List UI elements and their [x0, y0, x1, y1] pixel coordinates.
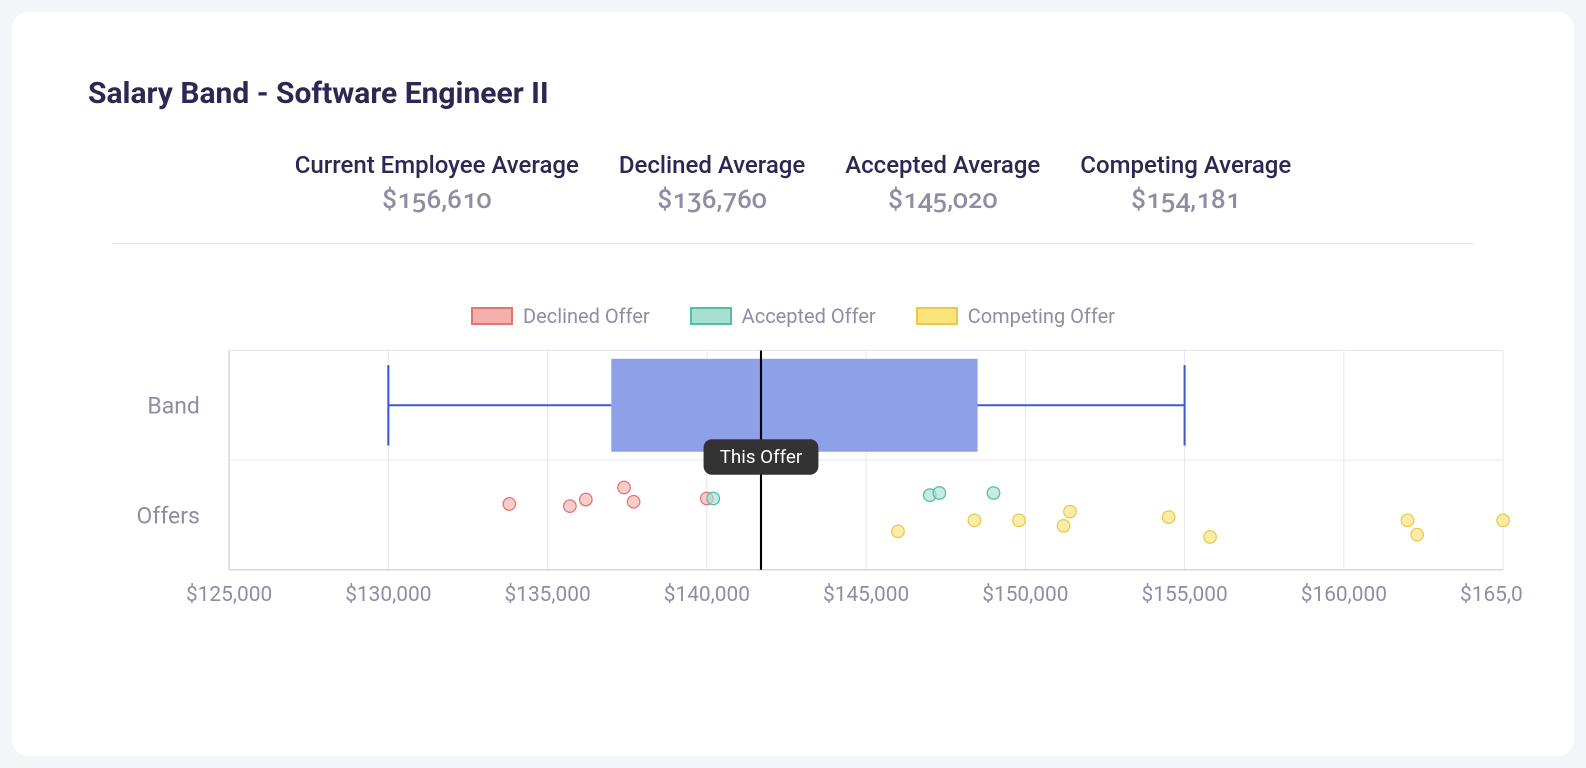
x-tick-label: $160,000 [1301, 583, 1387, 607]
offer-point[interactable] [627, 495, 640, 508]
stats-row: Current Employee Average $156,610 Declin… [112, 151, 1474, 244]
card-title: Salary Band - Software Engineer II [88, 76, 1524, 111]
x-tick-label: $130,000 [345, 583, 431, 607]
x-tick-label: $125,000 [186, 583, 272, 607]
legend-item-competing[interactable]: Competing Offer [916, 304, 1115, 328]
stat-value: $145,020 [845, 185, 1040, 215]
offer-point[interactable] [503, 498, 516, 511]
legend-item-declined[interactable]: Declined Offer [471, 304, 650, 328]
stat-value: $156,610 [295, 185, 579, 215]
x-tick-label: $165,000 [1460, 583, 1524, 607]
stat-value: $154,181 [1080, 185, 1291, 215]
this-offer-tooltip-label: This Offer [720, 446, 803, 468]
offer-point[interactable] [892, 525, 905, 538]
chart-legend: Declined Offer Accepted Offer Competing … [62, 304, 1524, 328]
legend-label: Competing Offer [968, 304, 1115, 328]
stat-label: Declined Average [619, 151, 805, 179]
offer-point[interactable] [1057, 520, 1070, 533]
legend-swatch [690, 307, 732, 325]
stat-label: Current Employee Average [295, 151, 579, 179]
y-category-offers: Offers [137, 502, 200, 529]
stat-value: $136,760 [619, 185, 805, 215]
legend-label: Accepted Offer [742, 304, 876, 328]
chart-svg: $125,000 $130,000 $135,000 $140,000 $145,000… [62, 340, 1524, 653]
offer-point[interactable] [580, 493, 593, 506]
stat-declined-avg: Declined Average $136,760 [619, 151, 805, 215]
legend-swatch [916, 307, 958, 325]
offer-point[interactable] [933, 487, 946, 500]
offer-point[interactable] [1401, 514, 1414, 527]
legend-label: Declined Offer [523, 304, 650, 328]
stat-label: Accepted Average [845, 151, 1040, 179]
offer-point[interactable] [1204, 531, 1217, 544]
chart-area: Declined Offer Accepted Offer Competing … [62, 304, 1524, 657]
stat-current-employee-avg: Current Employee Average $156,610 [295, 151, 579, 215]
offer-point[interactable] [1162, 511, 1175, 524]
x-tick-label: $150,000 [982, 583, 1068, 607]
boxplot-box[interactable] [611, 359, 977, 452]
legend-swatch [471, 307, 513, 325]
offer-point[interactable] [1064, 505, 1077, 518]
x-tick-label: $155,000 [1141, 583, 1227, 607]
salary-band-card: Salary Band - Software Engineer II Curre… [12, 12, 1574, 756]
x-tick-label: $140,000 [664, 583, 750, 607]
offer-point[interactable] [618, 481, 631, 494]
x-tick-label: $135,000 [504, 583, 590, 607]
offer-point[interactable] [564, 500, 577, 513]
stat-label: Competing Average [1080, 151, 1291, 179]
offer-point[interactable] [987, 487, 1000, 500]
stat-competing-avg: Competing Average $154,181 [1080, 151, 1291, 215]
offer-point[interactable] [1411, 528, 1424, 541]
offer-point[interactable] [707, 492, 720, 505]
x-tick-label: $145,000 [823, 583, 909, 607]
legend-item-accepted[interactable]: Accepted Offer [690, 304, 876, 328]
stat-accepted-avg: Accepted Average $145,020 [845, 151, 1040, 215]
y-category-band: Band [147, 393, 199, 420]
offer-point[interactable] [1497, 514, 1510, 527]
offer-point[interactable] [968, 514, 981, 527]
offer-point[interactable] [1013, 514, 1026, 527]
